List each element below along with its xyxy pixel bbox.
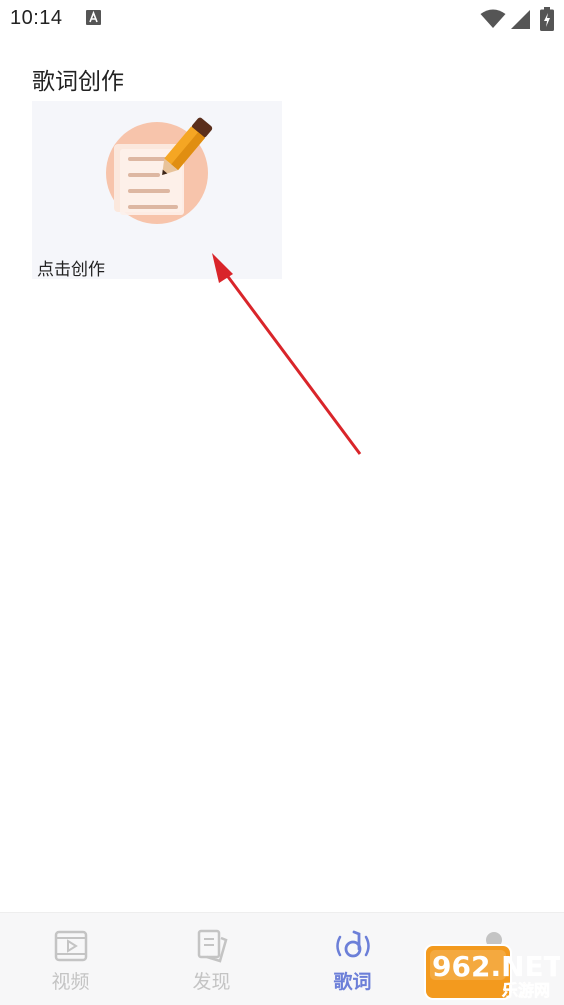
watermark-main-text: 962.NET (432, 950, 560, 983)
nav-tab-discover[interactable]: 发现 (141, 913, 282, 1005)
wifi-icon (480, 9, 506, 28)
nav-label-lyrics: 歌词 (333, 971, 372, 993)
watermark-sub-text: 乐游网 (502, 981, 550, 1000)
create-card-label: 点击创作 (37, 260, 105, 280)
nav-tab-lyrics[interactable]: 歌词 (282, 913, 423, 1005)
lyrics-icon (335, 930, 370, 958)
nav-label-video: 视频 (51, 971, 90, 993)
battery-charging-icon (540, 7, 554, 31)
status-bar: 10:14 (0, 0, 564, 40)
discover-icon (197, 929, 228, 963)
nav-tab-video[interactable]: 视频 (0, 913, 141, 1005)
note-pencil-icon (106, 117, 213, 224)
notification-a-icon (86, 10, 101, 25)
signal-icon (511, 10, 530, 29)
video-icon (54, 930, 87, 962)
watermark-logo: 962.NET 乐游网 (424, 944, 560, 1000)
page-title: 歌词创作 (32, 69, 124, 95)
create-lyrics-card[interactable]: 点击创作 (32, 101, 282, 280)
nav-label-discover: 发现 (192, 971, 231, 993)
status-time: 10:14 (10, 7, 63, 29)
